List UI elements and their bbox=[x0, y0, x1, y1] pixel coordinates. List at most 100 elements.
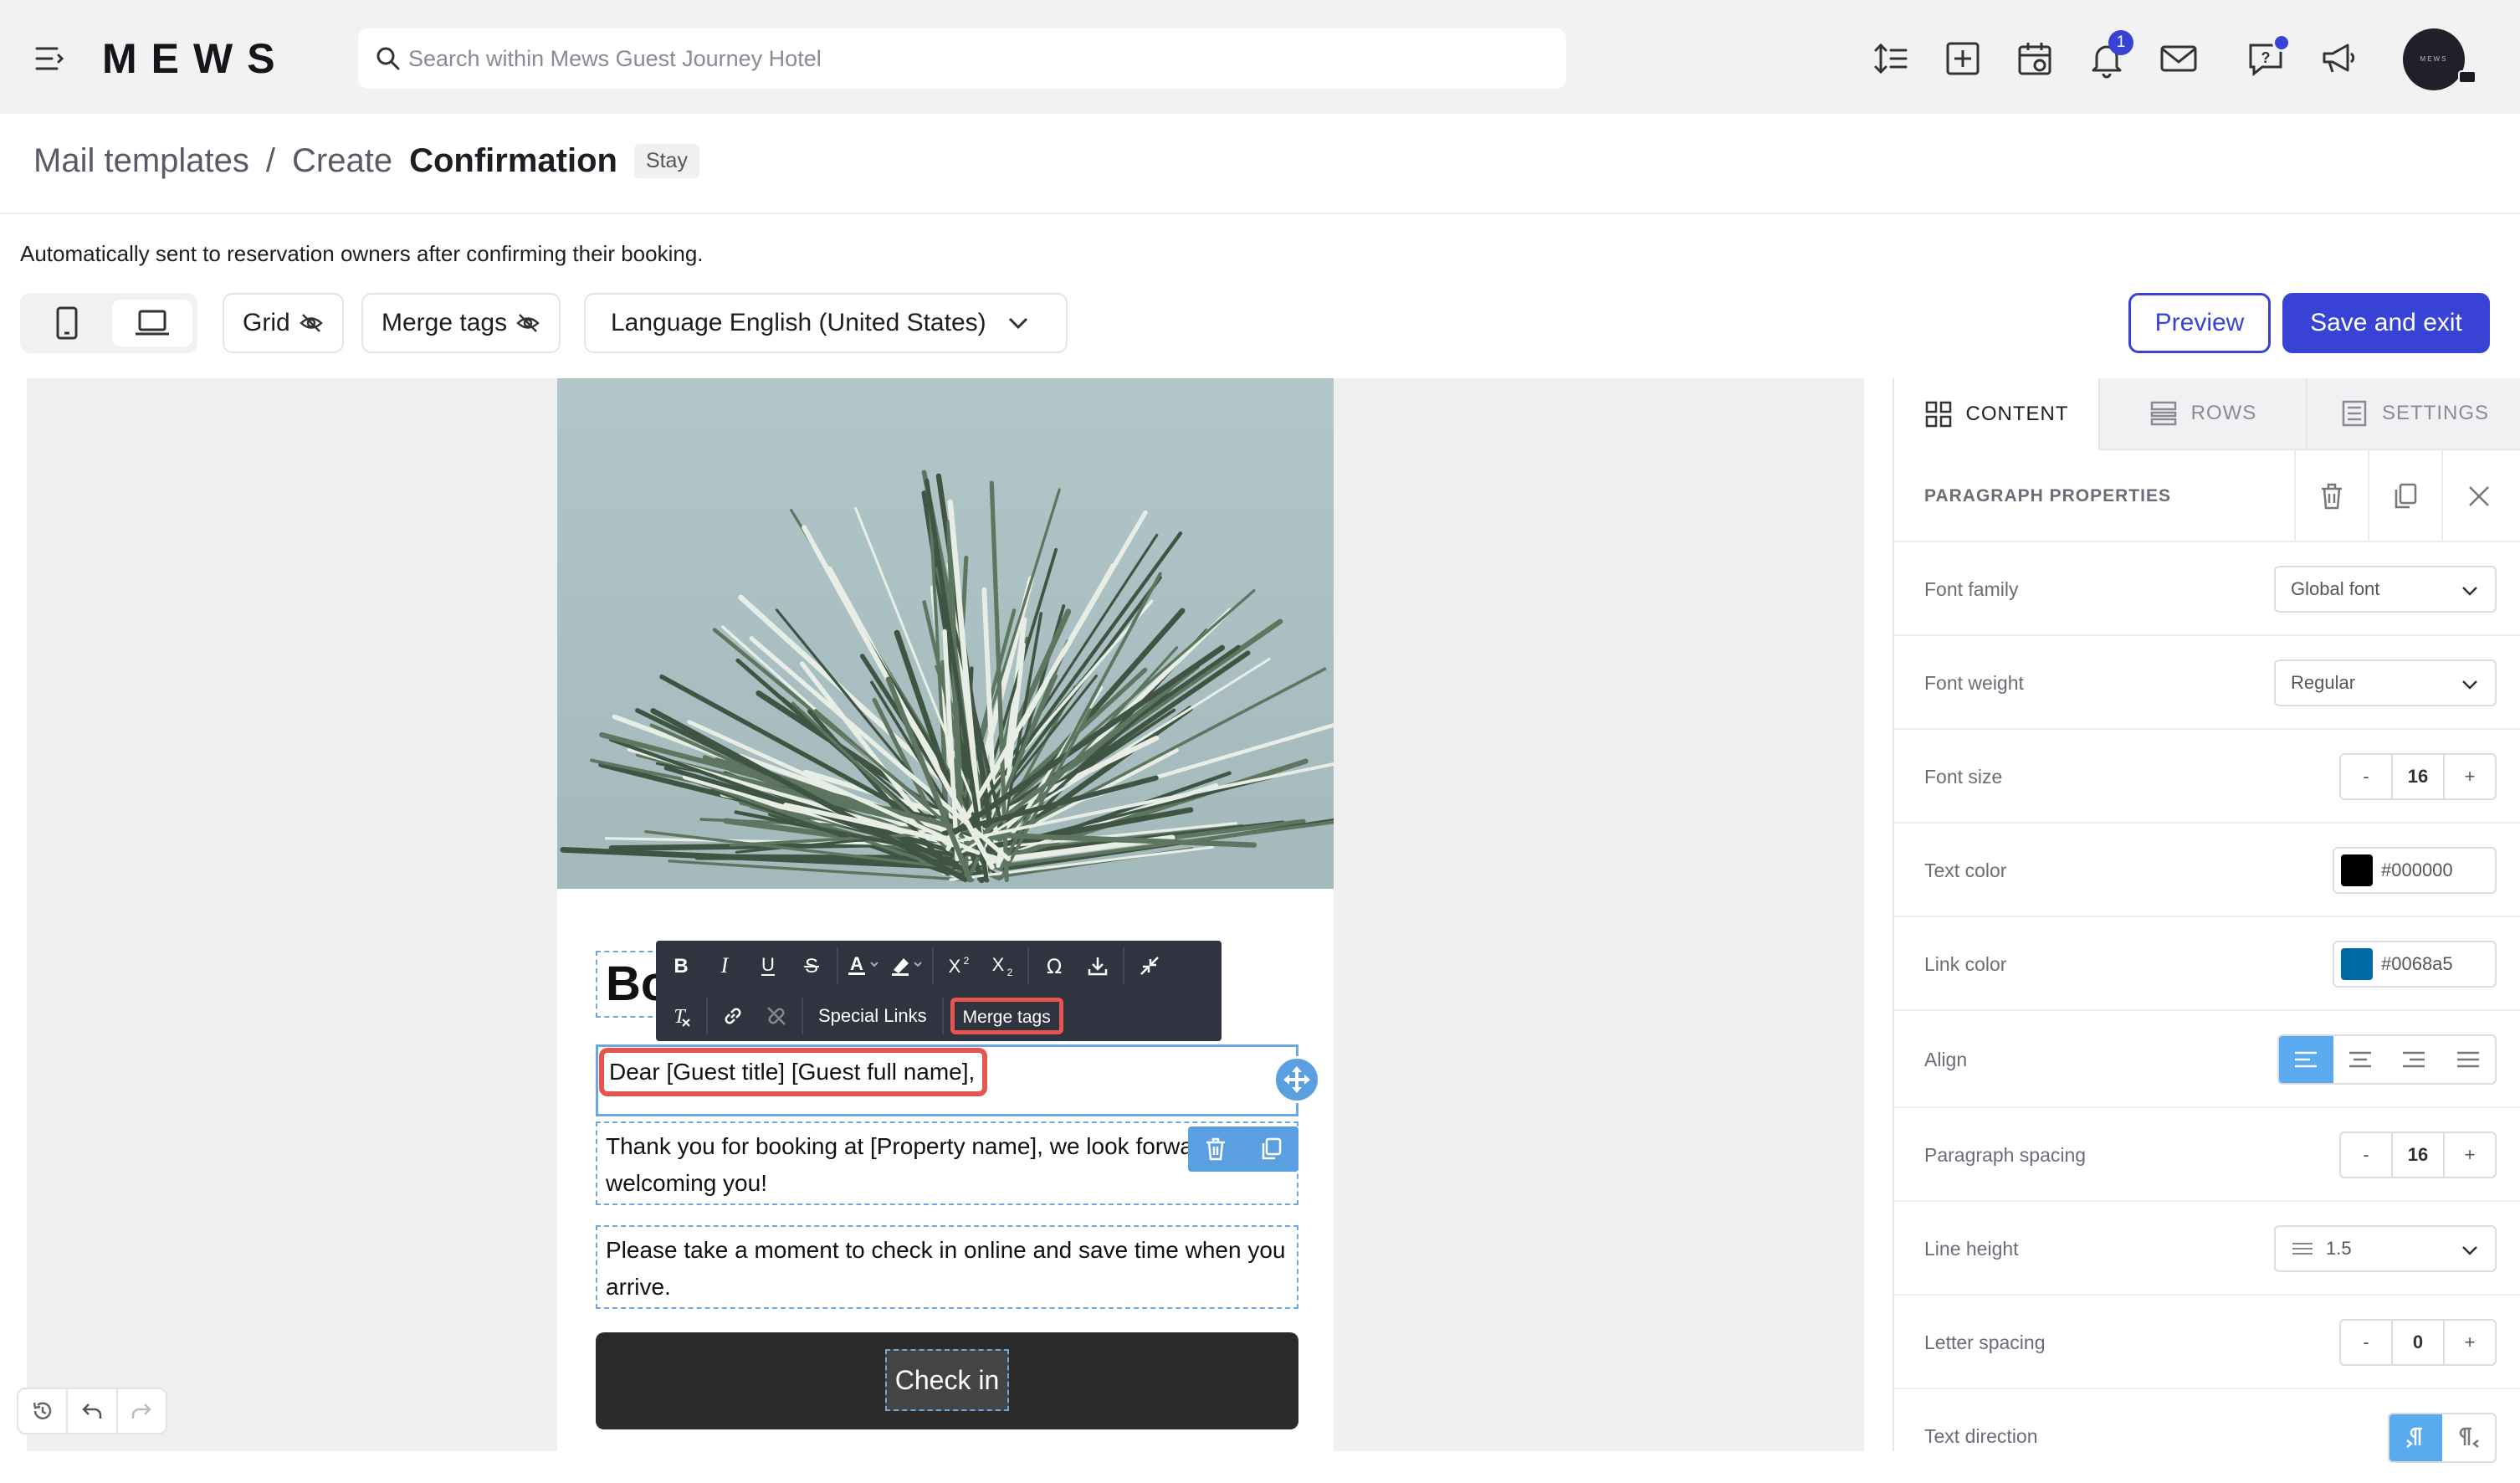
rte-merge-tags-button[interactable]: Merge tags bbox=[950, 998, 1063, 1034]
tab-settings-label: SETTINGS bbox=[2381, 402, 2489, 424]
rtl-direction-icon[interactable] bbox=[2442, 1414, 2495, 1461]
superscript-button[interactable]: X2 bbox=[937, 944, 981, 988]
font-size-value[interactable]: 16 bbox=[2391, 755, 2445, 798]
block-actions bbox=[1188, 1126, 1298, 1172]
font-size-stepper: - 16 + bbox=[2339, 753, 2497, 800]
align-row: Align bbox=[1894, 1011, 2520, 1108]
highlight-button[interactable] bbox=[885, 944, 929, 988]
calendar-icon[interactable] bbox=[2015, 38, 2055, 79]
link-color-swatch[interactable] bbox=[2341, 948, 2373, 980]
ltr-direction-icon[interactable] bbox=[2389, 1414, 2442, 1461]
megaphone-icon[interactable] bbox=[2318, 38, 2358, 79]
collapse-icon[interactable] bbox=[1128, 944, 1171, 988]
hero-image[interactable] bbox=[557, 378, 1334, 889]
close-icon[interactable] bbox=[2441, 450, 2515, 542]
paragraph-spacing-increment[interactable]: + bbox=[2445, 1133, 2495, 1177]
underline-button[interactable]: U bbox=[746, 944, 790, 988]
paragraph-spacing-value[interactable]: 16 bbox=[2391, 1133, 2445, 1177]
undo-icon[interactable] bbox=[68, 1389, 118, 1433]
search-placeholder: Search within Mews Guest Journey Hotel bbox=[408, 46, 822, 71]
line-height-select[interactable]: 1.5 bbox=[2274, 1225, 2497, 1272]
font-weight-select[interactable]: Regular bbox=[2274, 659, 2497, 706]
language-select[interactable]: Language English (United States) bbox=[584, 293, 1068, 353]
special-character-button[interactable]: Ω bbox=[1032, 944, 1076, 988]
mobile-view-button[interactable] bbox=[27, 300, 107, 346]
svg-text:X: X bbox=[949, 956, 961, 977]
text-color-row: Text color #000000 bbox=[1894, 824, 2520, 917]
history-icon[interactable] bbox=[18, 1389, 69, 1433]
letter-spacing-row: Letter spacing - 0 + bbox=[1894, 1296, 2520, 1389]
search-icon bbox=[373, 44, 403, 74]
subscript-button[interactable]: X2 bbox=[981, 944, 1024, 988]
mail-icon[interactable] bbox=[2159, 38, 2199, 79]
unlink-icon[interactable] bbox=[755, 994, 798, 1038]
sort-icon[interactable] bbox=[1871, 38, 1911, 79]
paragraph-spacing-row: Paragraph spacing - 16 + bbox=[1894, 1108, 2520, 1202]
text-color-swatch[interactable] bbox=[2341, 854, 2373, 886]
insert-button[interactable] bbox=[1076, 944, 1119, 988]
link-color-label: Link color bbox=[1924, 953, 2007, 975]
paragraph-block-checkin[interactable]: Please take a moment to check in online … bbox=[596, 1225, 1298, 1309]
toolbar-separator bbox=[1123, 947, 1124, 984]
font-family-select[interactable]: Global font bbox=[2274, 566, 2497, 613]
eye-off-icon bbox=[516, 314, 540, 332]
link-color-picker[interactable]: #0068a5 bbox=[2333, 941, 2497, 988]
check-in-button[interactable]: Check in bbox=[885, 1349, 1009, 1411]
tab-rows[interactable]: ROWS bbox=[2100, 378, 2306, 450]
menu-icon[interactable] bbox=[33, 42, 67, 75]
tab-settings[interactable]: SETTINGS bbox=[2306, 378, 2520, 450]
special-links-button[interactable]: Special Links bbox=[807, 994, 939, 1038]
paragraph-spacing-decrement[interactable]: - bbox=[2341, 1133, 2391, 1177]
merge-tags-label: Merge tags bbox=[382, 309, 508, 336]
align-left-icon[interactable] bbox=[2279, 1036, 2333, 1083]
text-direction-row: Text direction bbox=[1894, 1389, 2520, 1483]
mews-logo[interactable]: MEWS bbox=[102, 33, 289, 84]
page-title: Confirmation bbox=[409, 141, 617, 179]
search-input[interactable]: Search within Mews Guest Journey Hotel bbox=[358, 28, 1566, 89]
desktop-view-button[interactable] bbox=[112, 300, 192, 346]
breadcrumb: Mail templates / Create Confirmation Sta… bbox=[33, 136, 699, 186]
link-color-value: #0068a5 bbox=[2381, 953, 2453, 974]
toolbar-separator bbox=[802, 998, 803, 1034]
link-icon[interactable] bbox=[711, 994, 755, 1038]
breadcrumb-mail-templates[interactable]: Mail templates bbox=[33, 142, 249, 180]
properties-panel: CONTENT ROWS SETTINGS PARAGRAPH PROPERTI… bbox=[1893, 378, 2520, 1463]
preview-button[interactable]: Preview bbox=[2128, 293, 2271, 353]
toolbar-separator bbox=[941, 998, 944, 1034]
font-size-decrement[interactable]: - bbox=[2341, 755, 2391, 798]
grid-toggle-button[interactable]: Grid bbox=[223, 293, 344, 353]
breadcrumb-action: Create bbox=[292, 141, 393, 179]
toolbar-separator bbox=[1027, 947, 1029, 984]
grid-label: Grid bbox=[243, 309, 290, 336]
font-size-increment[interactable]: + bbox=[2445, 755, 2495, 798]
text-color-picker[interactable]: #000000 bbox=[2333, 847, 2497, 894]
font-family-row: Font family Global font bbox=[1894, 542, 2520, 636]
duplicate-icon[interactable] bbox=[2368, 450, 2441, 542]
merge-tags-toggle-button[interactable]: Merge tags bbox=[361, 293, 561, 353]
clear-formatting-button[interactable]: T bbox=[659, 994, 703, 1038]
italic-button[interactable]: I bbox=[703, 944, 746, 988]
avatar[interactable]: MEWS bbox=[2403, 28, 2465, 90]
save-and-exit-button[interactable]: Save and exit bbox=[2282, 293, 2490, 353]
tab-content[interactable]: CONTENT bbox=[1894, 378, 2100, 450]
bold-button[interactable]: B bbox=[659, 944, 703, 988]
rich-text-toolbar: B I U S A X2 X2 Ω T Special Links Merge … bbox=[656, 941, 1222, 1041]
redo-icon[interactable] bbox=[118, 1389, 166, 1433]
mobile-icon bbox=[56, 306, 78, 340]
paragraph-properties-header: PARAGRAPH PROPERTIES bbox=[1894, 450, 2520, 542]
eye-off-icon bbox=[299, 314, 323, 332]
letter-spacing-decrement[interactable]: - bbox=[2341, 1321, 2391, 1364]
greeting-text[interactable]: Dear [Guest title] [Guest full name], bbox=[599, 1048, 987, 1096]
delete-icon[interactable] bbox=[2294, 450, 2368, 542]
letter-spacing-increment[interactable]: + bbox=[2445, 1321, 2495, 1364]
align-right-icon[interactable] bbox=[2387, 1036, 2441, 1083]
letter-spacing-value[interactable]: 0 bbox=[2391, 1321, 2445, 1364]
add-icon[interactable] bbox=[1943, 38, 1983, 79]
delete-block-icon[interactable] bbox=[1204, 1137, 1227, 1162]
duplicate-block-icon[interactable] bbox=[1259, 1137, 1283, 1162]
move-icon[interactable] bbox=[1273, 1056, 1320, 1103]
strikethrough-button[interactable]: S bbox=[790, 944, 833, 988]
font-color-button[interactable]: A bbox=[842, 944, 885, 988]
align-center-icon[interactable] bbox=[2333, 1036, 2388, 1083]
align-justify-icon[interactable] bbox=[2441, 1036, 2496, 1083]
